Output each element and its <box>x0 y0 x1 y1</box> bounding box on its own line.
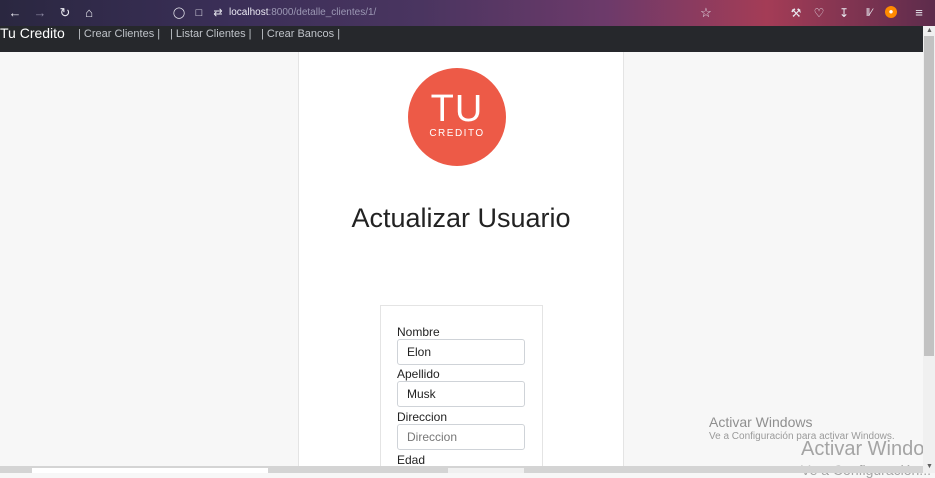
nav-link-listar-clientes[interactable]: | Listar Clientes | <box>170 27 252 41</box>
url-host: localhost <box>229 7 269 18</box>
star-icon[interactable]: ☆ <box>697 4 715 22</box>
shield-icon[interactable]: ◯ <box>170 4 188 22</box>
scroll-down-icon[interactable]: ▼ <box>926 463 933 470</box>
taskbar-segment <box>448 468 524 473</box>
pocket-icon[interactable]: ♡ <box>810 4 828 22</box>
menu-icon[interactable]: ≡ <box>910 4 928 22</box>
taskbar-strip <box>0 466 923 473</box>
reload-icon[interactable]: ↻ <box>56 4 74 22</box>
page-title: Actualizar Usuario <box>351 203 571 233</box>
library-icon[interactable]: ‖⁄ <box>860 4 878 22</box>
activation-watermark-title: Activar Windows <box>709 414 813 430</box>
scroll-up-icon[interactable]: ▲ <box>926 27 933 34</box>
back-icon[interactable]: ← <box>6 4 24 22</box>
nav-link-crear-clientes[interactable]: | Crear Clientes | <box>78 27 160 41</box>
navbar-brand[interactable]: Tu Credito <box>0 26 65 41</box>
navbar: Tu Credito | Crear Clientes | | Listar C… <box>0 26 923 52</box>
url-bar[interactable]: localhost:8000/detalle_clientes/1/ <box>229 6 376 20</box>
page-icon[interactable]: □ <box>190 4 208 22</box>
nombre-field[interactable] <box>397 339 525 365</box>
nav-link-crear-bancos[interactable]: | Crear Bancos | <box>261 27 340 41</box>
logo-text-tu: TU <box>430 88 484 130</box>
browser-toolbar: ← → ↻ ⌂ ◯ □ ⇄ localhost:8000/detalle_cli… <box>0 0 935 26</box>
logo-text-credito: CREDITO <box>429 128 485 139</box>
direccion-label: Direccion <box>397 410 448 424</box>
download-icon[interactable]: ↧ <box>835 4 853 22</box>
forward-icon[interactable]: → <box>31 4 49 22</box>
tools-icon[interactable]: ⚒ <box>787 4 805 22</box>
scrollbar-thumb[interactable] <box>924 36 934 356</box>
direccion-field[interactable] <box>397 424 525 450</box>
tu-credito-logo: TU CREDITO <box>408 68 506 166</box>
home-icon[interactable]: ⌂ <box>80 4 98 22</box>
page-scrollbar[interactable]: ▲ ▼ <box>923 26 935 473</box>
edad-label: Edad <box>397 453 426 467</box>
taskbar-segment <box>32 468 268 473</box>
apellido-label: Apellido <box>397 367 440 381</box>
extension-icon[interactable]: ● <box>885 6 897 18</box>
permissions-icon[interactable]: ⇄ <box>209 4 227 22</box>
nombre-label: Nombre <box>397 325 440 339</box>
activation-watermark-title-repeat: Activar Window <box>801 438 935 460</box>
url-path: :8000/detalle_clientes/1/ <box>268 7 377 18</box>
apellido-field[interactable] <box>397 381 525 407</box>
